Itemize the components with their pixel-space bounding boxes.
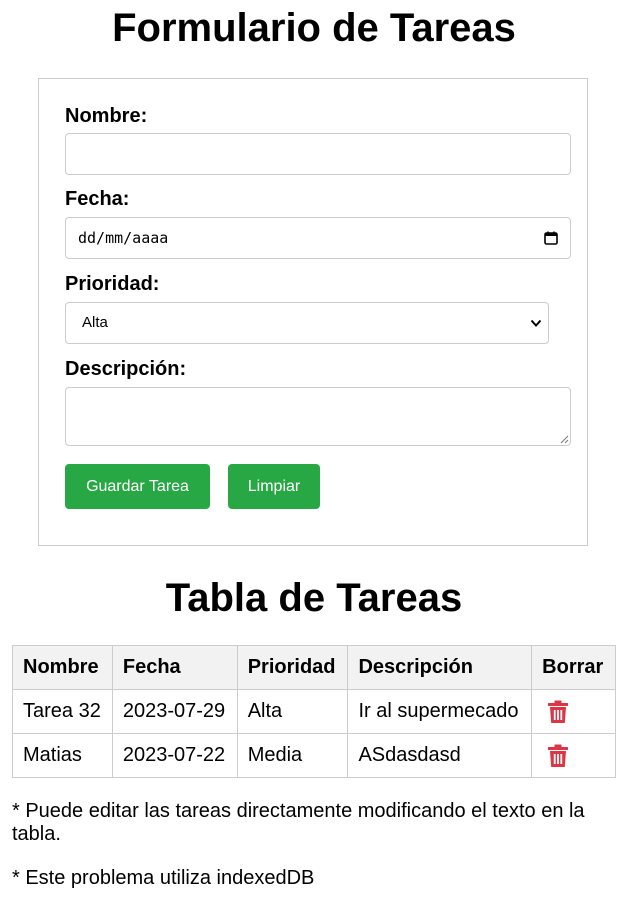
calendar-icon[interactable] <box>544 231 558 245</box>
prioridad-selected: Alta <box>82 314 108 331</box>
header-descripcion: Descripción <box>347 645 533 690</box>
fecha-placeholder: dd/mm/aaaa <box>78 229 169 247</box>
clear-button[interactable]: Limpiar <box>228 464 320 509</box>
header-prioridad: Prioridad <box>236 645 349 690</box>
header-fecha: Fecha <box>111 645 238 690</box>
resize-handle-icon[interactable] <box>559 434 569 444</box>
chevron-down-icon <box>530 319 542 327</box>
cell-prioridad[interactable]: Media <box>236 733 349 778</box>
cell-nombre[interactable]: Tarea 32 <box>12 689 113 734</box>
trash-icon[interactable] <box>547 700 569 724</box>
fecha-label: Fecha: <box>65 188 130 210</box>
table-row: Tarea 32 2023-07-29 Alta Ir al supermeca… <box>12 689 616 734</box>
cell-fecha[interactable]: 2023-07-29 <box>111 689 238 734</box>
descripcion-label: Descripción: <box>65 358 187 380</box>
cell-descripcion[interactable]: Ir al supermecado <box>347 689 533 734</box>
header-borrar: Borrar <box>531 645 616 690</box>
cell-descripcion[interactable]: ASdasdasd <box>347 733 533 778</box>
nombre-label: Nombre: <box>65 105 148 127</box>
fecha-input[interactable]: dd/mm/aaaa <box>65 217 571 259</box>
descripcion-textarea[interactable] <box>65 387 571 446</box>
cell-borrar <box>531 733 616 778</box>
nombre-input[interactable] <box>65 133 571 175</box>
cell-fecha[interactable]: 2023-07-22 <box>111 733 238 778</box>
header-nombre: Nombre <box>12 645 113 690</box>
save-task-button[interactable]: Guardar Tarea <box>65 464 210 509</box>
prioridad-select[interactable]: Alta <box>65 302 549 344</box>
table-row: Matias 2023-07-22 Media ASdasdasd <box>12 733 616 778</box>
trash-icon[interactable] <box>547 744 569 768</box>
cell-borrar <box>531 689 616 734</box>
form-title: Formulario de Tareas <box>112 6 516 50</box>
table-header-row: Nombre Fecha Prioridad Descripción Borra… <box>12 645 616 690</box>
cell-nombre[interactable]: Matias <box>12 733 113 778</box>
cell-prioridad[interactable]: Alta <box>236 689 349 734</box>
task-form: Nombre: Fecha: dd/mm/aaaa Prioridad: Alt… <box>38 78 588 546</box>
prioridad-label: Prioridad: <box>65 273 160 295</box>
table-title: Tabla de Tareas <box>165 576 463 620</box>
indexeddb-note: * Este problema utiliza indexedDB <box>12 867 315 889</box>
edit-note: * Puede editar las tareas directamente m… <box>12 800 585 845</box>
tasks-table: Nombre Fecha Prioridad Descripción Borra… <box>12 645 616 778</box>
